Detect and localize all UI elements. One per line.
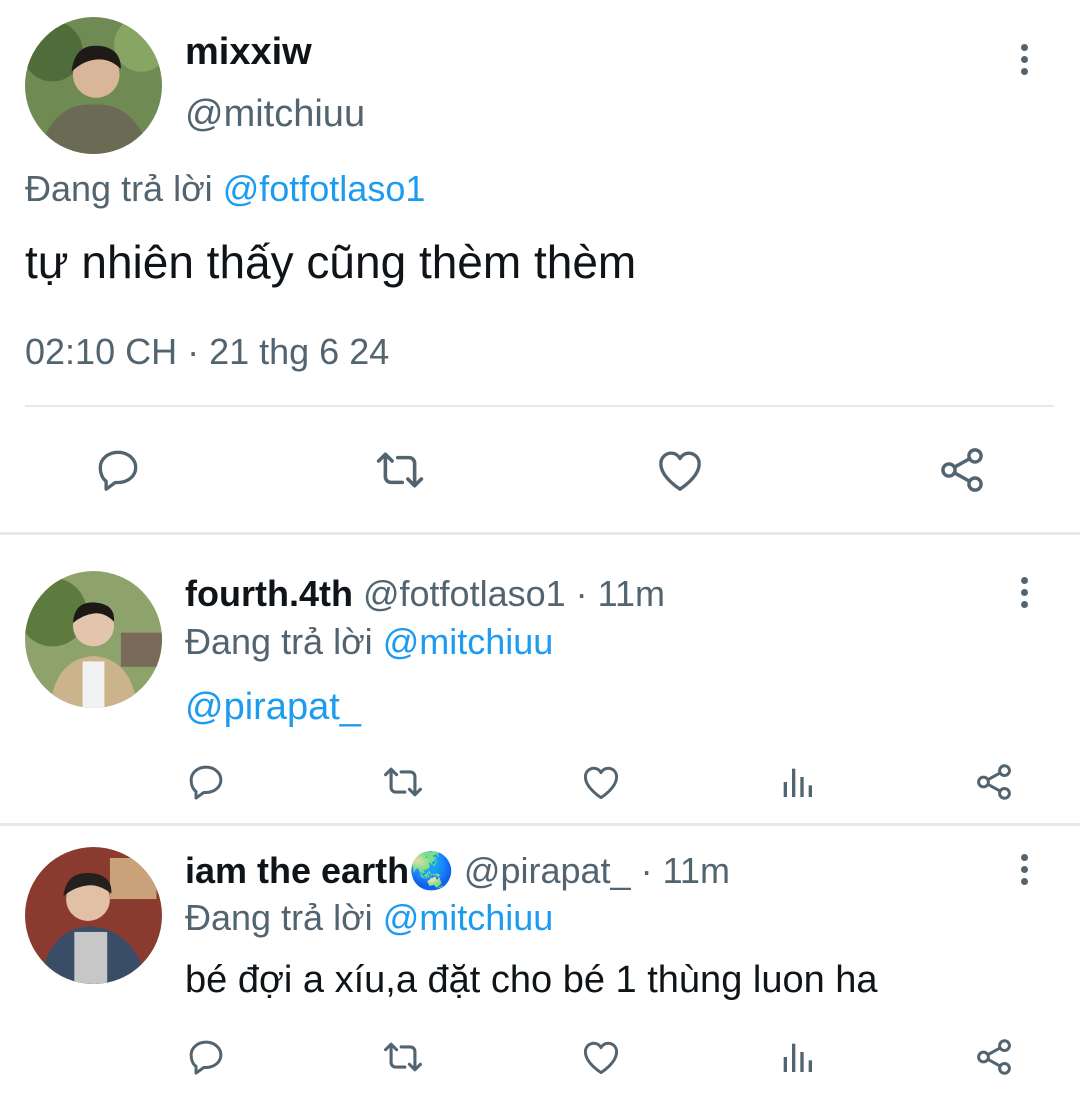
like-icon xyxy=(659,451,701,491)
retweet-icon xyxy=(384,767,422,797)
retweet-icon xyxy=(384,1042,422,1072)
analytics-icon xyxy=(783,1043,812,1072)
avatar[interactable] xyxy=(25,571,162,708)
like-button[interactable] xyxy=(650,440,710,500)
timestamp[interactable]: 02:10 CH · 21 thg 6 24 xyxy=(25,330,389,374)
like-icon xyxy=(583,766,619,800)
retweet-icon xyxy=(376,452,424,488)
tweet-text: tự nhiên thấy cũng thèm thèm xyxy=(25,236,637,288)
divider xyxy=(25,405,1054,407)
retweet-button[interactable] xyxy=(380,1034,426,1080)
section-divider xyxy=(0,823,1080,826)
tweet-text[interactable]: @pirapat_ xyxy=(185,685,361,729)
replying-to-link[interactable]: @mitchiuu xyxy=(383,621,554,662)
more-options-icon[interactable] xyxy=(1014,577,1034,608)
replying-to-line: Đang trả lời @fotfotlaso1 xyxy=(25,168,425,210)
reply-button[interactable] xyxy=(88,440,148,500)
display-name[interactable]: iam the earth xyxy=(185,850,409,891)
reply-icon xyxy=(98,450,138,491)
section-divider xyxy=(0,532,1080,535)
replying-prefix: Đang trả lời xyxy=(185,621,373,662)
more-options-icon[interactable] xyxy=(1014,44,1034,75)
share-button[interactable] xyxy=(932,440,992,500)
more-options-icon[interactable] xyxy=(1014,854,1034,885)
reply-header: iam the earth🌏 @pirapat_ · 11m xyxy=(185,850,730,892)
share-icon xyxy=(941,448,983,492)
handle[interactable]: @pirapat_ xyxy=(464,850,631,891)
analytics-button[interactable] xyxy=(774,1034,820,1080)
reply-icon xyxy=(189,1040,223,1075)
reply-button[interactable] xyxy=(183,1034,229,1080)
handle[interactable]: @fotfotlaso1 xyxy=(363,573,566,614)
globe-emoji-icon: 🌏 xyxy=(409,850,454,891)
tweet-text: bé đợi a xíu,a đặt cho bé 1 thùng luon h… xyxy=(185,959,878,1001)
time-ago[interactable]: · 11m xyxy=(641,850,730,891)
like-button[interactable] xyxy=(578,1034,624,1080)
reply-button[interactable] xyxy=(183,759,229,805)
retweet-button[interactable] xyxy=(370,440,430,500)
like-icon xyxy=(583,1041,619,1075)
replying-to-line: Đang trả lời @mitchiuu xyxy=(185,621,553,663)
handle[interactable]: @mitchiuu xyxy=(185,92,365,136)
display-name[interactable]: mixxiw xyxy=(185,30,312,74)
reply-icon xyxy=(189,765,223,800)
reply-header: fourth.4th @fotfotlaso1 · 11m xyxy=(185,573,665,615)
replying-to-link[interactable]: @fotfotlaso1 xyxy=(223,168,426,209)
share-icon xyxy=(977,1039,1011,1075)
display-name[interactable]: fourth.4th xyxy=(185,573,353,614)
replying-to-link[interactable]: @mitchiuu xyxy=(383,897,554,938)
analytics-button[interactable] xyxy=(774,759,820,805)
analytics-icon xyxy=(783,768,812,797)
avatar[interactable] xyxy=(25,17,162,154)
replying-prefix: Đang trả lời xyxy=(185,897,373,938)
time-ago[interactable]: · 11m xyxy=(576,573,665,614)
share-button[interactable] xyxy=(971,1034,1017,1080)
like-button[interactable] xyxy=(578,759,624,805)
retweet-button[interactable] xyxy=(380,759,426,805)
share-button[interactable] xyxy=(971,759,1017,805)
replying-to-line: Đang trả lời @mitchiuu xyxy=(185,897,553,939)
share-icon xyxy=(977,764,1011,800)
avatar[interactable] xyxy=(25,847,162,984)
replying-prefix: Đang trả lời xyxy=(25,168,213,209)
